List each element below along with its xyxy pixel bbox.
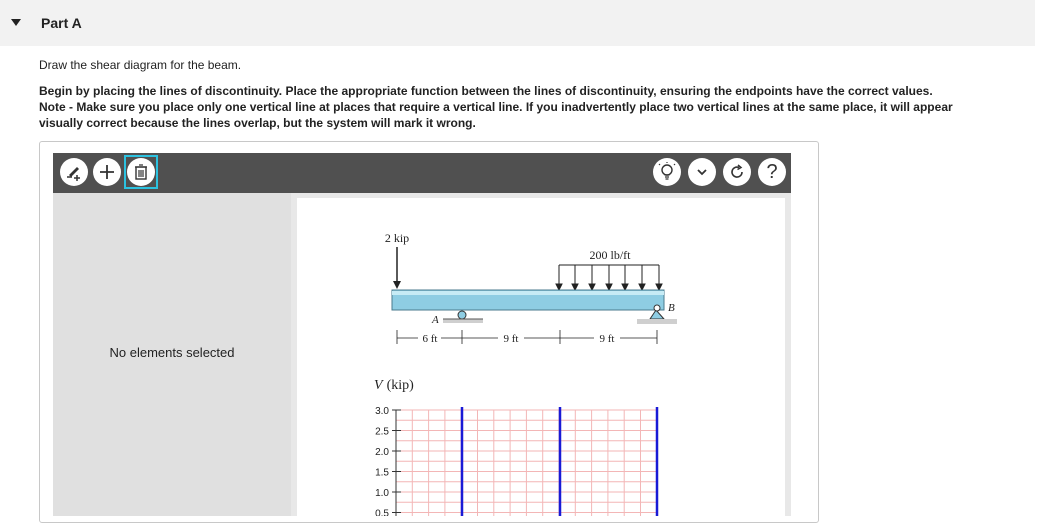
graph-ylabel-unit: (kip) — [387, 378, 415, 393]
support-a-ground — [443, 319, 483, 323]
selection-status: No elements selected — [109, 345, 235, 360]
trash-icon — [135, 164, 147, 180]
support-a-roller — [457, 310, 467, 320]
drawing-canvas[interactable]: 2 kip 200 lb/ft A B 6 ft 9 ft 9 ft V (ki… — [297, 198, 785, 516]
part-title: Part A — [41, 15, 82, 31]
instruction-line: visually correct because the lines overl… — [39, 116, 476, 130]
support-b-ground — [637, 319, 677, 324]
support-b-label: B — [668, 302, 675, 314]
properties-panel: No elements selected — [53, 193, 291, 516]
part-header[interactable]: Part A — [0, 0, 1035, 46]
help-button[interactable]: ? — [758, 158, 786, 186]
pencil-icon — [67, 167, 80, 181]
reset-icon — [731, 164, 743, 178]
graph-ylabel: V (kip) — [374, 378, 414, 393]
help-icon: ? — [766, 160, 778, 183]
collapse-caret-icon[interactable] — [11, 19, 21, 26]
point-load-label: 2 kip — [385, 231, 409, 245]
hint-button[interactable] — [653, 158, 681, 186]
dimension-label: 9 ft — [600, 333, 615, 345]
distributed-load-arrows — [555, 264, 663, 292]
y-tick-label: 3.0 — [375, 406, 389, 417]
plus-icon — [100, 165, 114, 179]
instructions: Begin by placing the lines of discontinu… — [39, 83, 1039, 131]
distributed-load-label: 200 lb/ft — [590, 248, 632, 262]
add-button[interactable] — [93, 158, 121, 186]
delete-button[interactable] — [127, 158, 155, 186]
beam-highlight — [392, 291, 664, 295]
dimension-label: 6 ft — [423, 333, 438, 345]
reset-button[interactable] — [723, 158, 751, 186]
y-tick-label: 1.0 — [375, 488, 389, 499]
shear-grid — [395, 409, 658, 516]
point-load-arrowhead — [393, 281, 401, 289]
y-tick-label: 1.5 — [375, 468, 389, 479]
support-a-label: A — [431, 314, 439, 326]
canvas-svg: 2 kip 200 lb/ft A B 6 ft 9 ft 9 ft V (ki… — [374, 231, 677, 517]
y-tick-label: 2.0 — [375, 447, 389, 458]
chevron-down-icon — [697, 169, 707, 176]
support-b-pin-circle — [653, 304, 661, 312]
more-options-button[interactable] — [688, 158, 716, 186]
graph-ylabel-var: V — [374, 378, 384, 393]
y-tick-label: 2.5 — [375, 427, 389, 438]
problem-statement: Draw the shear diagram for the beam. — [39, 58, 242, 72]
pencil-add-button[interactable] — [60, 158, 88, 186]
y-tick-label: 0.5 — [375, 509, 389, 517]
lightbulb-icon — [658, 162, 676, 180]
instruction-line: Begin by placing the lines of discontinu… — [39, 84, 933, 98]
instruction-line: Note - Make sure you place only one vert… — [39, 100, 953, 114]
dimension-label: 9 ft — [504, 333, 519, 345]
